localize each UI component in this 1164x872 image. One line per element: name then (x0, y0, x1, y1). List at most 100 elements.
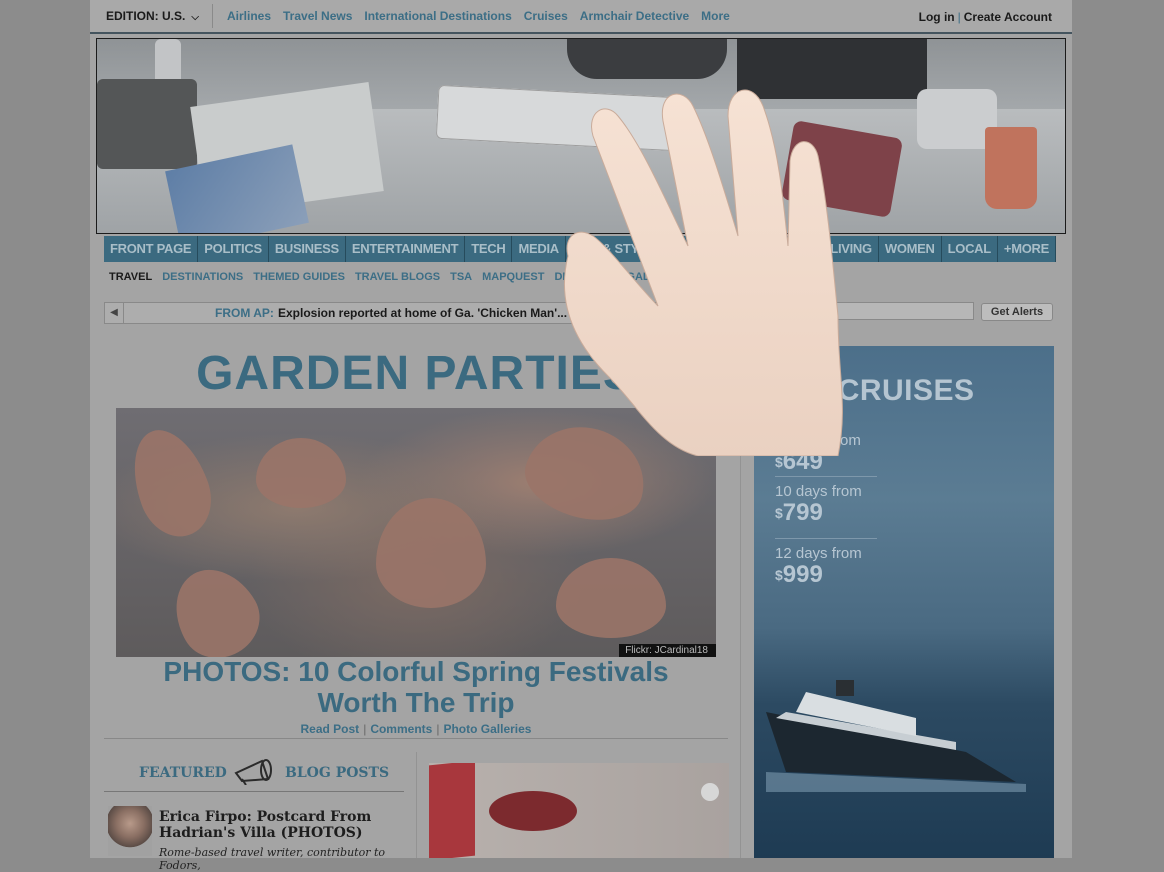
coffee-mug (985, 127, 1037, 209)
featured-label: FEATURED (139, 765, 227, 781)
separator: | (363, 722, 367, 736)
subnav-destinations[interactable]: DESTINATIONS (162, 271, 243, 283)
currency-symbol: $ (775, 567, 783, 583)
link-cruises[interactable]: Cruises (524, 9, 568, 23)
nav-politics[interactable]: POLITICS (198, 236, 269, 262)
fax-machine (97, 79, 197, 169)
currency-symbol: $ (775, 454, 783, 470)
email-alert-input[interactable]: ail address (780, 302, 974, 320)
price-value: 649 (782, 448, 823, 475)
lips (489, 791, 577, 831)
featured-blog-header: FEATURED BLOG POSTS (104, 755, 404, 792)
section-links: Airlines Travel News International Desti… (227, 9, 730, 23)
link-armchair-detective[interactable]: Armchair Detective (580, 9, 689, 23)
subnav-item-obscured[interactable]: GADL (626, 271, 657, 283)
feature-title[interactable]: GARDEN PARTIES (104, 346, 728, 401)
nav-media[interactable]: MEDIA (512, 236, 566, 262)
subnav-themed-guides[interactable]: THEMED GUIDES (253, 271, 345, 283)
news-ticker: ◀ FROM AP: Explosion reported at home of… (104, 302, 781, 324)
nav-living[interactable]: LIVING (824, 236, 879, 262)
main-nav: FRONT PAGE POLITICS BUSINESS ENTERTAINME… (104, 236, 1056, 262)
headline-line-1: PHOTOS: 10 Colorful Spring Festivals (163, 656, 669, 687)
get-alerts-button[interactable]: Get Alerts (981, 303, 1053, 321)
column-divider (416, 752, 417, 858)
ad-offer: rom $649 (775, 426, 877, 475)
offer-price: $649 (775, 449, 877, 475)
petal (376, 498, 486, 608)
petal (516, 414, 656, 532)
blog-posts-label: BLOG POSTS (285, 765, 390, 781)
link-airlines[interactable]: Airlines (227, 9, 271, 23)
price-value: 799 (782, 499, 823, 526)
divider (104, 738, 728, 739)
top-bar: EDITION: U.S. ⌵ Airlines Travel News Inte… (90, 0, 1072, 34)
petal (256, 438, 346, 508)
offer-days: 12 days from (775, 545, 862, 562)
photo-galleries-link[interactable]: Photo Galleries (443, 722, 531, 736)
cruise-ad[interactable]: OPE CRUISES rom $649 10 days from $799 1… (754, 346, 1054, 858)
offer-price: $799 (775, 500, 877, 526)
nav-obscured[interactable] (662, 236, 825, 262)
chevron-down-icon: ⌵ (191, 12, 199, 23)
offer-days: 10 days from (775, 483, 862, 500)
subnav-travel[interactable]: TRAVEL (109, 271, 152, 283)
blog-post-subtitle: Rome-based travel writer, contributor to… (159, 846, 386, 872)
lipstick-tube (429, 763, 475, 858)
login-link[interactable]: Log in (919, 10, 955, 24)
nav-local[interactable]: LOCAL (942, 236, 998, 262)
subnav-deals[interactable]: DEALS (554, 271, 591, 283)
separator: | (436, 722, 440, 736)
divider (212, 4, 213, 28)
monitor-left (567, 39, 727, 79)
headline-line-2: Worth The Trip (317, 687, 515, 718)
comments-link[interactable]: Comments (370, 722, 432, 736)
petal (158, 554, 274, 657)
link-more[interactable]: More (701, 9, 730, 23)
nav-more[interactable]: +MORE (998, 236, 1056, 262)
subnav-item-obscured[interactable]: EY (602, 271, 617, 283)
subnav-mapquest[interactable]: MAPQUEST (482, 271, 544, 283)
petal (119, 419, 223, 547)
lipstick-promo-image[interactable] (429, 763, 729, 858)
nav-business[interactable]: BUSINESS (269, 236, 346, 262)
hero-banner-image (96, 38, 1066, 234)
petal (556, 558, 666, 638)
column-divider (740, 338, 741, 858)
edition-selector[interactable]: EDITION: U.S. ⌵ (106, 9, 199, 23)
link-international-destinations[interactable]: International Destinations (364, 9, 511, 23)
feature-headline[interactable]: PHOTOS: 10 Colorful Spring Festivals Wor… (104, 656, 728, 718)
nav-entertainment[interactable]: ENTERTAINMENT (346, 236, 466, 262)
offer-price: $999 (775, 562, 877, 588)
currency-symbol: $ (775, 505, 783, 521)
cruise-ship-image (766, 680, 1026, 792)
edition-label: EDITION: U.S. (106, 9, 186, 23)
price-value: 999 (782, 561, 823, 588)
ad-offer: 10 days from $799 (775, 476, 877, 526)
ticker-source: FROM AP: (215, 306, 274, 320)
read-post-link[interactable]: Read Post (301, 722, 360, 736)
post-links: Read Post | Comments | Photo Galleries (104, 722, 728, 736)
ad-headline: OPE CRUISES (764, 374, 975, 407)
ticker-headline[interactable]: Explosion reported at home of Ga. 'Chick… (278, 306, 567, 320)
feature-image[interactable]: Flickr: JCardinal18 (116, 408, 716, 657)
megaphone-icon (234, 759, 272, 785)
link-travel-news[interactable]: Travel News (283, 9, 352, 23)
earring (701, 783, 719, 801)
nav-front-page[interactable]: FRONT PAGE (104, 236, 199, 262)
offer-days: rom (835, 432, 861, 449)
blog-post-title[interactable]: Erica Firpo: Postcard From Hadrian's Vil… (159, 809, 399, 841)
ad-offer: 12 days from $999 (775, 538, 877, 588)
ticker-time: ago (605, 307, 624, 319)
nav-tech[interactable]: TECH (465, 236, 513, 262)
subnav-tsa[interactable]: TSA (450, 271, 472, 283)
nav-life-style[interactable]: LIFE & STYLE (566, 236, 662, 262)
separator: | (957, 10, 961, 24)
nav-women[interactable]: WOMEN (879, 236, 942, 262)
account-links: Log in | Create Account (919, 10, 1052, 24)
subnav-travel-blogs[interactable]: TRAVEL BLOGS (355, 271, 440, 283)
author-avatar[interactable] (108, 806, 152, 856)
create-account-link[interactable]: Create Account (964, 10, 1052, 24)
sub-nav: TRAVEL DESTINATIONS THEMED GUIDES TRAVEL… (109, 271, 658, 283)
monitor-right (737, 39, 927, 99)
ticker-prev-arrow-icon[interactable]: ◀ (105, 303, 124, 323)
